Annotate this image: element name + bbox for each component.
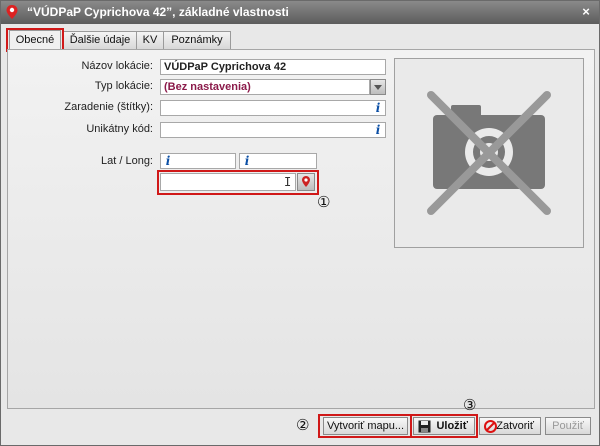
unique-code-field[interactable] bbox=[160, 122, 386, 138]
no-photo-icon bbox=[427, 91, 551, 215]
general-panel: Názov lokácie: VÚDPaP Cyprichova 42 Typ … bbox=[7, 49, 595, 409]
tab-dalsie-udaje[interactable]: Ďalšie údaje bbox=[63, 31, 137, 49]
location-pin-icon bbox=[6, 5, 18, 19]
location-type-select[interactable]: (Bez nastavenia) bbox=[160, 79, 370, 95]
code-info-icon[interactable]: i bbox=[373, 124, 383, 136]
annotation-three: ③ bbox=[463, 396, 477, 414]
code-label: Unikátny kód: bbox=[86, 123, 153, 135]
location-photo[interactable] bbox=[394, 58, 584, 248]
tab-poznamky[interactable]: Poznámky bbox=[163, 31, 231, 49]
longitude-info-icon[interactable]: i bbox=[242, 155, 252, 167]
close-button-label: Zatvoriť bbox=[496, 420, 534, 432]
location-type-dropdown-button[interactable] bbox=[370, 79, 386, 95]
name-label: Názov lokácie: bbox=[81, 60, 153, 72]
highlight-create-map bbox=[318, 414, 412, 438]
apply-button[interactable]: Použiť bbox=[545, 417, 591, 435]
highlight-save bbox=[410, 414, 478, 438]
latlong-label: Lat / Long: bbox=[101, 155, 153, 167]
chevron-down-icon bbox=[374, 85, 382, 90]
tags-field[interactable] bbox=[160, 100, 386, 116]
annotation-one: ① bbox=[317, 193, 331, 211]
close-button[interactable]: Zatvoriť bbox=[479, 417, 541, 435]
title-bar[interactable]: “VÚDPaP Cyprichova 42”, základné vlastno… bbox=[1, 1, 599, 24]
properties-window: “VÚDPaP Cyprichova 42”, základné vlastno… bbox=[0, 0, 600, 446]
tags-label: Zaradenie (štítky): bbox=[64, 101, 153, 113]
latitude-info-icon[interactable]: i bbox=[163, 155, 173, 167]
button-bar: ② ③ Vytvoriť mapu... Uložiť Zatvoriť Pou… bbox=[1, 397, 599, 445]
tab-kv[interactable]: KV bbox=[136, 31, 164, 49]
no-entry-icon bbox=[484, 420, 497, 433]
type-label: Typ lokácie: bbox=[94, 80, 153, 92]
annotation-two: ② bbox=[296, 416, 310, 434]
location-name-field[interactable]: VÚDPaP Cyprichova 42 bbox=[160, 59, 386, 75]
window-title: “VÚDPaP Cyprichova 42”, základné vlastno… bbox=[27, 5, 289, 19]
tags-info-icon[interactable]: i bbox=[373, 102, 383, 114]
close-window-button[interactable]: × bbox=[579, 5, 593, 19]
highlight-latlong bbox=[157, 170, 319, 195]
